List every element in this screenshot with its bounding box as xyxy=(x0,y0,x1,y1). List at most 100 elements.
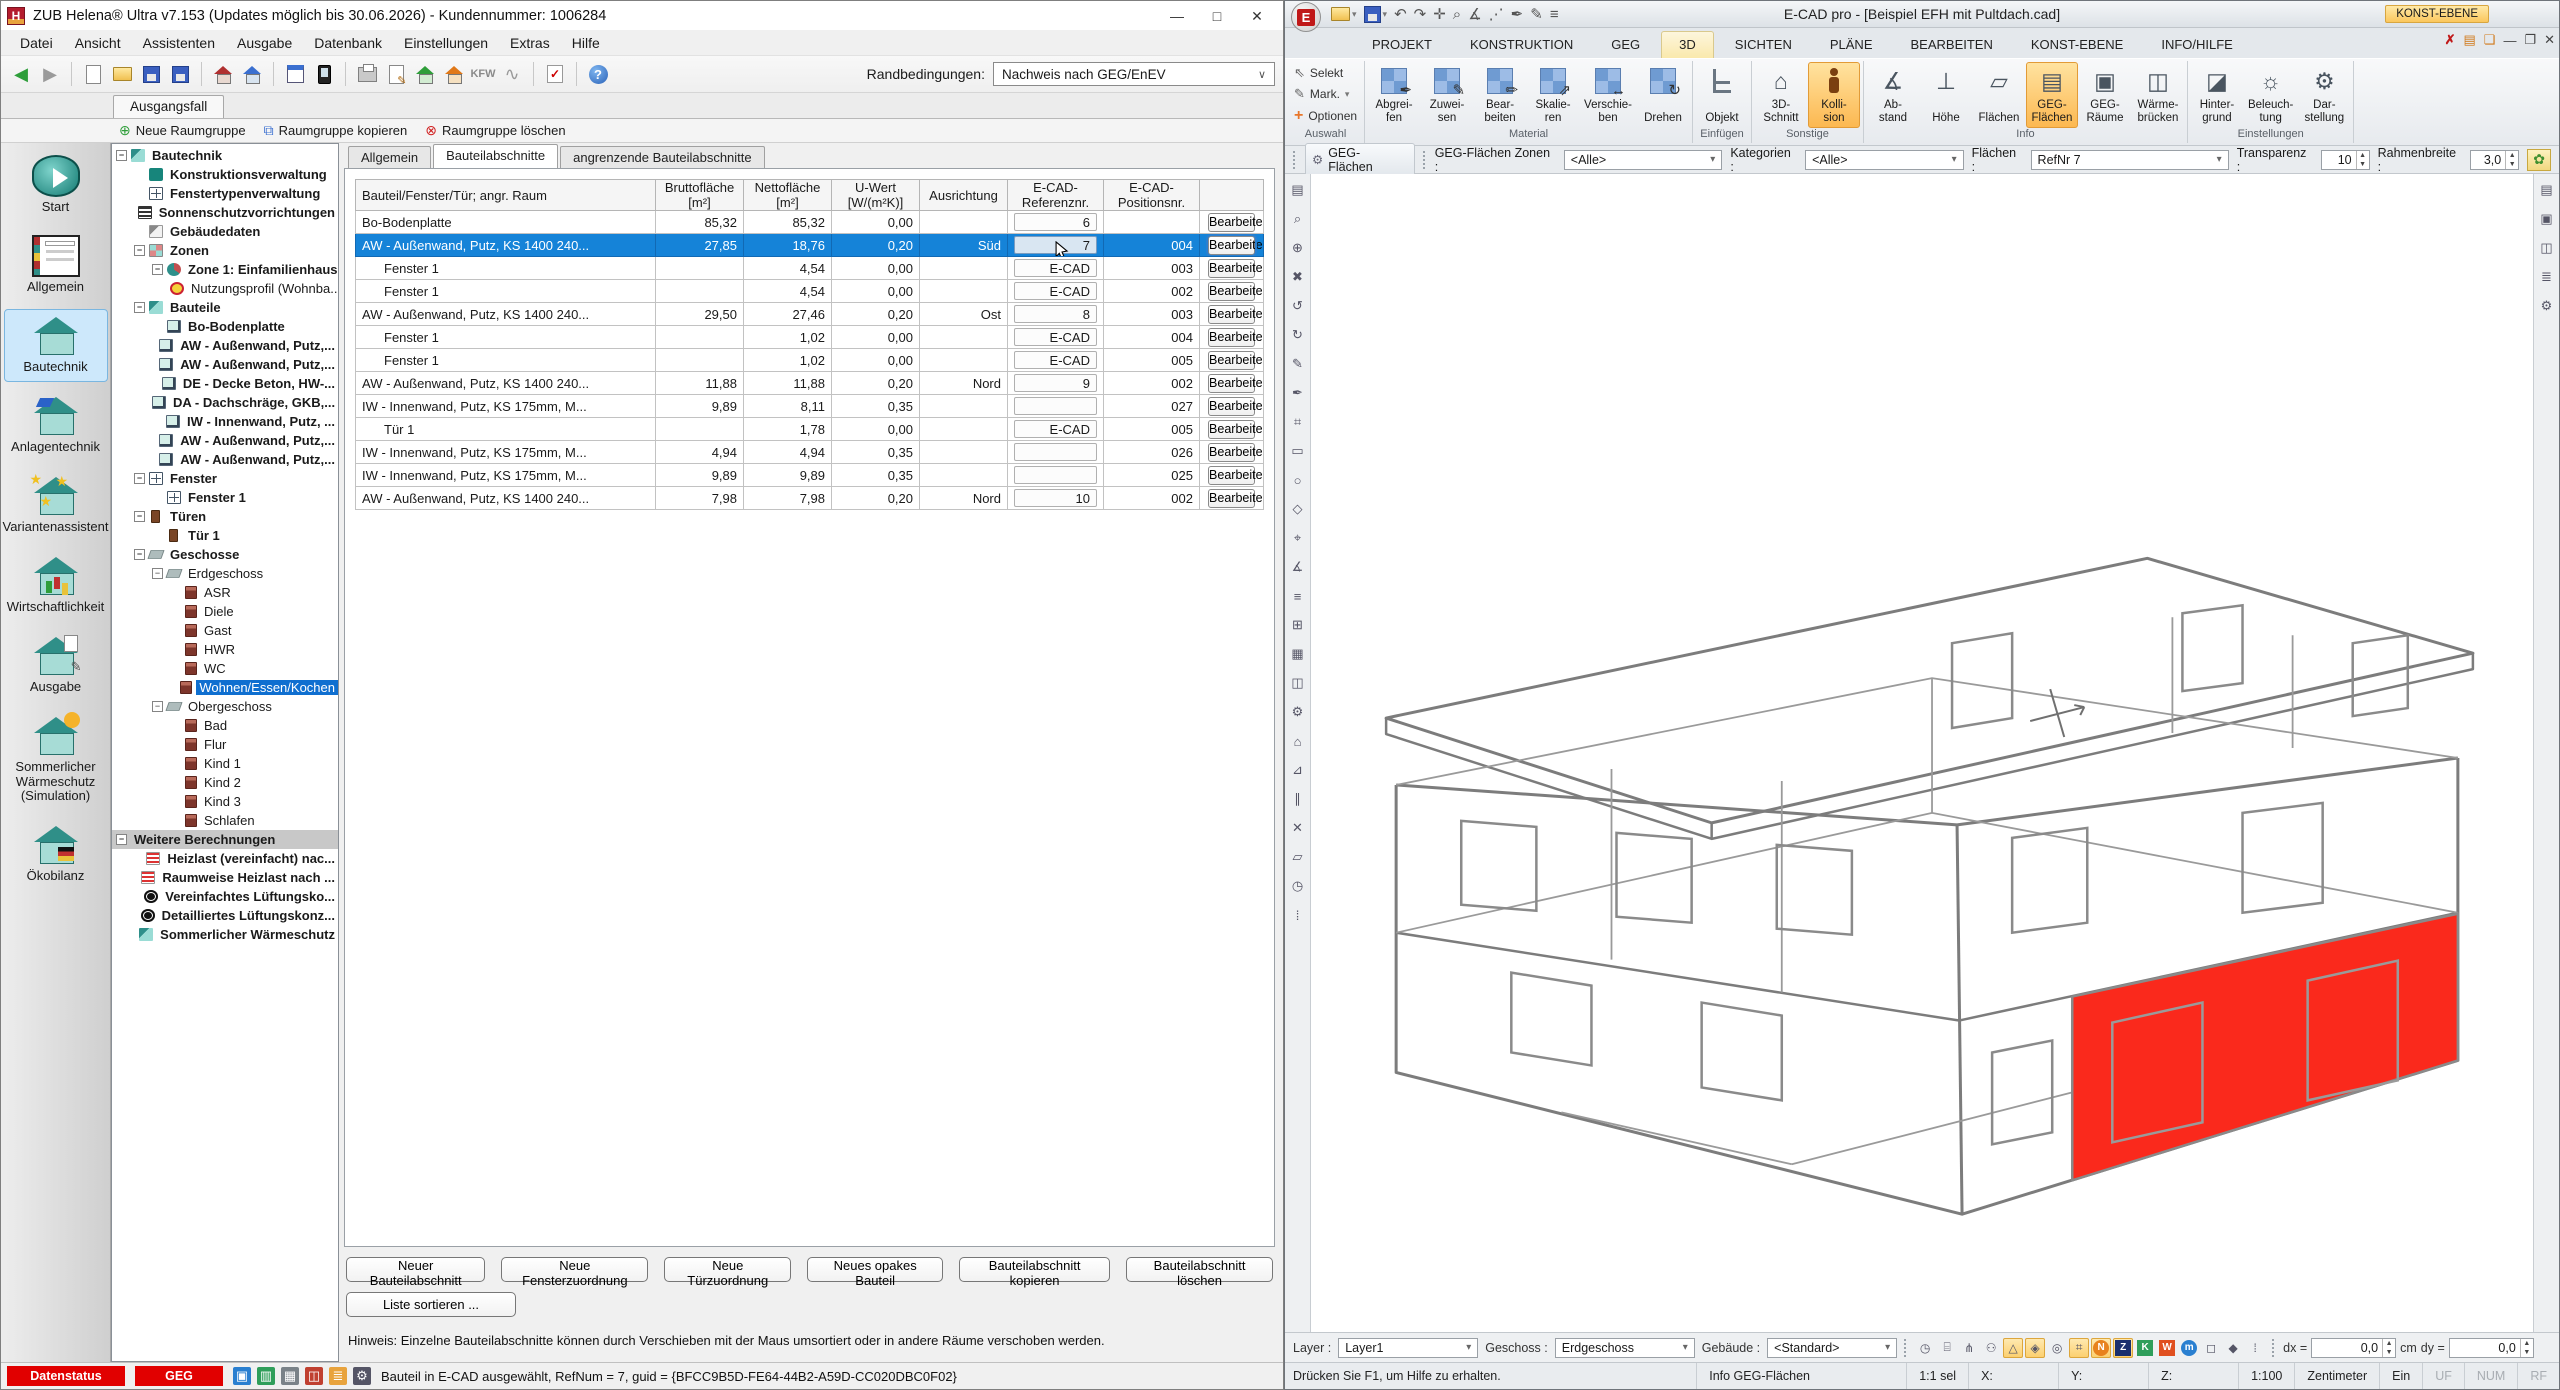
open-folder-icon[interactable] xyxy=(110,62,134,86)
tree-item[interactable]: −Obergeschoss xyxy=(112,697,338,716)
tree-item[interactable]: Vereinfachtes Lüftungsko... xyxy=(112,887,338,906)
material-move-button[interactable]: ↔Verschie- ben xyxy=(1580,62,1636,128)
table-row[interactable]: Bo-Bodenplatte85,3285,320,006Bearbeiten xyxy=(356,211,1264,234)
tree-item[interactable]: Gebäudedaten xyxy=(112,222,338,241)
tree-item[interactable]: Schlafen xyxy=(112,811,338,830)
bearbeiten-button[interactable]: Bearbeiten xyxy=(1208,259,1255,278)
tool-window-icon[interactable]: ❏ xyxy=(2484,32,2496,48)
zonen-select[interactable]: <Alle>▾ xyxy=(1564,150,1723,170)
ecad-ref-button[interactable]: 8 xyxy=(1014,305,1097,323)
parallel-icon[interactable]: ∥ xyxy=(1288,789,1308,809)
material-rotate-button[interactable]: ↻Drehen xyxy=(1637,62,1689,128)
plus-grid-icon[interactable]: ⊞ xyxy=(1288,615,1308,635)
neue-türzuordnung-button[interactable]: Neue Türzuordnung xyxy=(664,1257,791,1282)
menu-datenbank[interactable]: Datenbank xyxy=(303,32,393,54)
gear-icon[interactable]: ⚙ xyxy=(353,1367,371,1385)
bearbeiten-button[interactable]: Bearbeiten xyxy=(1208,305,1255,324)
tree-item[interactable]: Detailliertes Lüftungskonz... xyxy=(112,906,338,925)
kfw-icon[interactable]: KFW xyxy=(471,62,495,86)
layer-select[interactable]: Layer1▾ xyxy=(1338,1338,1478,1358)
tree-item[interactable]: WC xyxy=(112,659,338,678)
diamond-icon[interactable]: ◇ xyxy=(1288,499,1308,519)
tree-item[interactable]: −Türen xyxy=(112,507,338,526)
w-icon[interactable]: W xyxy=(2157,1338,2177,1358)
ecad-ref-button[interactable]: E-CAD xyxy=(1014,259,1097,277)
forward-icon[interactable]: ▶ xyxy=(38,62,62,86)
menu-ansicht[interactable]: Ansicht xyxy=(64,32,132,54)
ecad-ref-button[interactable] xyxy=(1014,466,1097,484)
ribbon-tab-projekt[interactable]: PROJEKT xyxy=(1355,32,1449,58)
dots-icon[interactable]: ⁞ xyxy=(2245,1338,2265,1358)
tree-item[interactable]: Kind 1 xyxy=(112,754,338,773)
undo-icon[interactable]: ↺ xyxy=(1288,296,1308,316)
tab-angrenzende-bauteilabschnitte[interactable]: angrenzende Bauteilabschnitte xyxy=(560,146,765,168)
tree-item[interactable]: Flur xyxy=(112,735,338,754)
material-assign-button[interactable]: ✎Zuwei- sen xyxy=(1421,62,1473,128)
drag-handle[interactable] xyxy=(2272,1339,2276,1357)
help-icon[interactable]: ? xyxy=(586,62,610,86)
new-document-icon[interactable] xyxy=(81,62,105,86)
sidebar-item-wirtschaftlichkeit[interactable]: Wirtschaftlichkeit xyxy=(4,549,108,622)
column-header[interactable]: Bruttofläche [m²] xyxy=(656,180,744,211)
bearbeiten-button[interactable]: Bearbeiten xyxy=(1208,466,1255,485)
lighting-button[interactable]: ☼Beleuch- tung xyxy=(2244,62,2297,128)
sidebar-item-ausgabe[interactable]: ✎Ausgabe xyxy=(4,629,108,702)
maximize-button[interactable]: □ xyxy=(1197,4,1237,28)
tree-item[interactable]: AW - Außenwand, Putz,... xyxy=(112,450,338,469)
geg-rooms-button[interactable]: ▣GEG- Räume xyxy=(2079,62,2131,128)
ecad-ref-button[interactable]: 9 xyxy=(1014,374,1097,392)
ribbon-tab-konst-ebene[interactable]: KONST-EBENE xyxy=(2014,32,2140,58)
neue-raumgruppe-button[interactable]: ⊕Neue Raumgruppe xyxy=(119,122,246,139)
panel-icon[interactable]: ▤ xyxy=(1288,180,1308,200)
liste-sortieren-button[interactable]: Liste sortieren ... xyxy=(346,1292,516,1317)
column-header[interactable]: U-Wert [W/(m²K)] xyxy=(832,180,920,211)
ecad-ref-button[interactable]: E-CAD xyxy=(1014,420,1097,438)
ribbon-tab-konstruktion[interactable]: KONSTRUKTION xyxy=(1453,32,1590,58)
spinner-arrows[interactable]: ▲▼ xyxy=(2382,1339,2395,1357)
collision-person-button[interactable]: Kolli- sion xyxy=(1808,62,1860,128)
bearbeiten-button[interactable]: Bearbeiten xyxy=(1208,420,1255,439)
add-icon[interactable]: ⊕ xyxy=(1288,238,1308,258)
plant-icon[interactable]: ✿ xyxy=(2527,149,2551,171)
expander-icon[interactable]: − xyxy=(134,473,145,484)
material-scale-button[interactable]: ⇗Skalie- ren xyxy=(1527,62,1579,128)
tree-item[interactable]: −Fenster xyxy=(112,469,338,488)
table-row[interactable]: AW - Außenwand, Putz, KS 1400 240...27,8… xyxy=(356,234,1264,257)
table-row[interactable]: IW - Innenwand, Putz, KS 175mm, M...9,89… xyxy=(356,464,1264,487)
geg-flaechen-chip[interactable]: ⚙ GEG-Flächen xyxy=(1305,143,1415,177)
swirl-icon[interactable]: ◎ xyxy=(2047,1338,2067,1358)
gear-icon[interactable]: ⚙ xyxy=(1288,702,1308,722)
tree-item[interactable]: Raumweise Heizlast nach ... xyxy=(112,868,338,887)
bearbeiten-button[interactable]: Bearbeiten xyxy=(1208,282,1255,301)
back-icon[interactable]: ◀ xyxy=(9,62,33,86)
geg-areas-button[interactable]: ▤GEG- Flächen xyxy=(2026,62,2078,128)
tree-item[interactable]: Gast xyxy=(112,621,338,640)
distance-button[interactable]: ∡Ab- stand xyxy=(1867,62,1919,128)
dx-input[interactable]: 0,0 ▲▼ xyxy=(2311,1338,2396,1358)
sidebar-item-bautechnik[interactable]: Bautechnik xyxy=(4,309,108,382)
ecad-ref-button[interactable]: 10 xyxy=(1014,489,1097,507)
tree-item[interactable]: Diele xyxy=(112,602,338,621)
table-row[interactable]: Fenster 11,020,00E-CAD005Bearbeiten xyxy=(356,349,1264,372)
house-icon[interactable]: ⌂ xyxy=(1288,731,1308,751)
tree-item[interactable]: AW - Außenwand, Putz,... xyxy=(112,355,338,374)
save-as-icon[interactable] xyxy=(168,62,192,86)
chart-icon[interactable]: ▥ xyxy=(257,1367,275,1385)
dy-input[interactable]: 0,0 ▲▼ xyxy=(2449,1338,2534,1358)
tree-item[interactable]: DA - Dachschräge, GKB,... xyxy=(112,393,338,412)
grid-icon[interactable]: ⌗ xyxy=(2069,1338,2089,1358)
minimize-icon[interactable]: — xyxy=(2503,33,2516,48)
list-icon[interactable]: ≡ xyxy=(1288,586,1308,606)
tree-item[interactable]: AW - Außenwand, Putz,... xyxy=(112,431,338,450)
calc-icon[interactable]: ▦ xyxy=(281,1367,299,1385)
close-icon[interactable]: ✕ xyxy=(2544,32,2555,48)
tree-item[interactable]: HWR xyxy=(112,640,338,659)
clock-icon[interactable]: ◷ xyxy=(1288,876,1308,896)
options-plus-button[interactable]: +Optionen xyxy=(1290,106,1361,126)
table-row[interactable]: Fenster 11,020,00E-CAD004Bearbeiten xyxy=(356,326,1264,349)
tree-item[interactable]: Wohnen/Essen/Kochen xyxy=(112,678,338,697)
tree-item[interactable]: Kind 2 xyxy=(112,773,338,792)
area-icon[interactable]: ▱ xyxy=(1288,847,1308,867)
angle-icon[interactable]: ∡ xyxy=(1288,557,1308,577)
menu-einstellungen[interactable]: Einstellungen xyxy=(393,32,499,54)
